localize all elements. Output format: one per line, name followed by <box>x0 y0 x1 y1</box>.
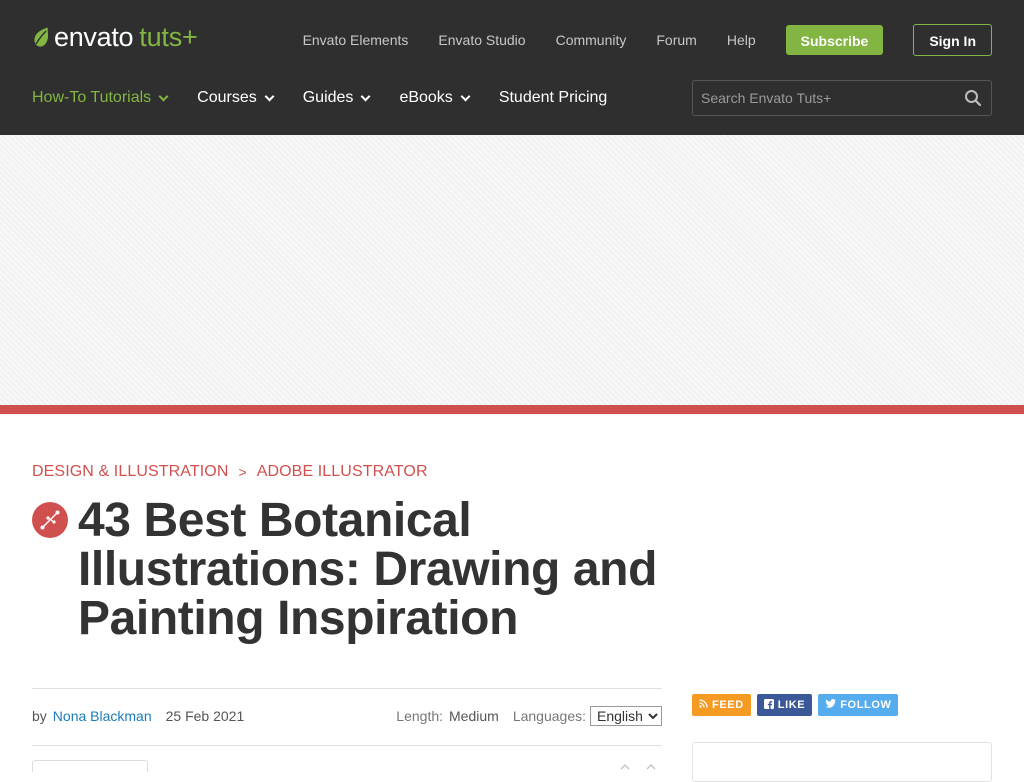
languages-group: Languages: English <box>513 706 662 726</box>
length-label: Length: <box>396 708 444 724</box>
site-header: envato tuts+ Envato Elements Envato Stud… <box>0 0 1024 135</box>
facebook-like-button[interactable]: LIKE <box>756 694 813 716</box>
like-label: LIKE <box>777 699 806 711</box>
feed-button[interactable]: FEED <box>692 694 751 716</box>
main-nav: How-To Tutorials Courses Guides eBooks S… <box>32 80 637 116</box>
chevron-down-icon <box>460 91 471 101</box>
article-meta: by Nona Blackman 25 Feb 2021 Length: Med… <box>32 704 662 728</box>
meta-divider-bottom <box>32 745 662 746</box>
author-link[interactable]: Nona Blackman <box>53 708 152 724</box>
languages-label: Languages: <box>512 708 586 724</box>
breadcrumb: DESIGN & ILLUSTRATION > ADOBE ILLUSTRATO… <box>32 462 428 482</box>
search-icon[interactable] <box>955 80 991 116</box>
breadcrumb-subcategory[interactable]: ADOBE ILLUSTRATOR <box>257 462 428 482</box>
envato-tuts-logo[interactable]: envato tuts+ <box>32 22 198 52</box>
byline-by: by <box>32 708 47 724</box>
nav-student-pricing-label: Student Pricing <box>498 89 608 106</box>
nav-ebooks-label: eBooks <box>399 89 453 106</box>
nav-ebooks[interactable]: eBooks <box>399 80 471 116</box>
topbar: envato tuts+ Envato Elements Envato Stud… <box>0 0 1024 80</box>
sidebar-card <box>692 742 992 782</box>
subscribe-button[interactable]: Subscribe <box>785 25 884 55</box>
nav-how-to-tutorials[interactable]: How-To Tutorials <box>32 80 169 116</box>
twitter-follow-button[interactable]: FOLLOW <box>818 694 899 716</box>
brand-envato: envato <box>54 22 134 52</box>
nav-courses[interactable]: Courses <box>197 80 275 116</box>
meta-divider-top <box>32 688 662 689</box>
facebook-icon <box>763 698 774 712</box>
brand-tuts: tuts+ <box>139 22 198 52</box>
publish-date: 25 Feb 2021 <box>165 708 245 724</box>
chevron-down-icon <box>360 91 371 101</box>
leaf-icon <box>32 26 50 48</box>
toplink-help[interactable]: Help <box>712 24 771 56</box>
sign-in-button[interactable]: Sign In <box>913 24 992 56</box>
follow-label: FOLLOW <box>840 699 892 711</box>
search-input[interactable] <box>693 81 955 115</box>
feed-label: FEED <box>712 699 744 711</box>
twitter-icon <box>825 699 837 711</box>
toplink-envato-studio[interactable]: Envato Studio <box>423 24 540 56</box>
vector-pen-icon <box>32 502 68 538</box>
article-title-wrap: 43 Best Botanical Illustrations: Drawing… <box>32 496 662 643</box>
rss-icon <box>699 699 708 711</box>
language-select[interactable]: English <box>590 706 662 726</box>
toplink-envato-elements[interactable]: Envato Elements <box>288 24 424 56</box>
length-value: Medium <box>449 708 499 724</box>
nav-how-to-tutorials-label: How-To Tutorials <box>32 89 152 106</box>
page-title: 43 Best Botanical Illustrations: Drawing… <box>78 494 657 645</box>
article-byline: by Nona Blackman 25 Feb 2021 <box>32 708 244 724</box>
toplink-forum[interactable]: Forum <box>641 24 711 56</box>
category-accent-bar <box>0 405 1024 414</box>
article-info: Length: Medium Languages: English <box>396 706 662 726</box>
chevron-down-icon <box>158 91 169 101</box>
nav-student-pricing[interactable]: Student Pricing <box>499 80 608 116</box>
social-buttons: FEED LIKE FOLLOW <box>692 694 899 716</box>
toplink-community[interactable]: Community <box>541 24 642 56</box>
top-links: Envato Elements Envato Studio Community … <box>288 24 992 56</box>
nav-guides-label: Guides <box>302 89 354 106</box>
content-tab-edge <box>32 760 148 772</box>
breadcrumb-separator: > <box>238 464 247 480</box>
search-box <box>692 80 992 116</box>
chevron-down-icon <box>264 91 275 101</box>
breadcrumb-category[interactable]: DESIGN & ILLUSTRATION <box>32 462 229 482</box>
nav-courses-label: Courses <box>197 89 257 106</box>
ad-placeholder <box>0 135 1024 405</box>
nav-guides[interactable]: Guides <box>302 80 371 116</box>
